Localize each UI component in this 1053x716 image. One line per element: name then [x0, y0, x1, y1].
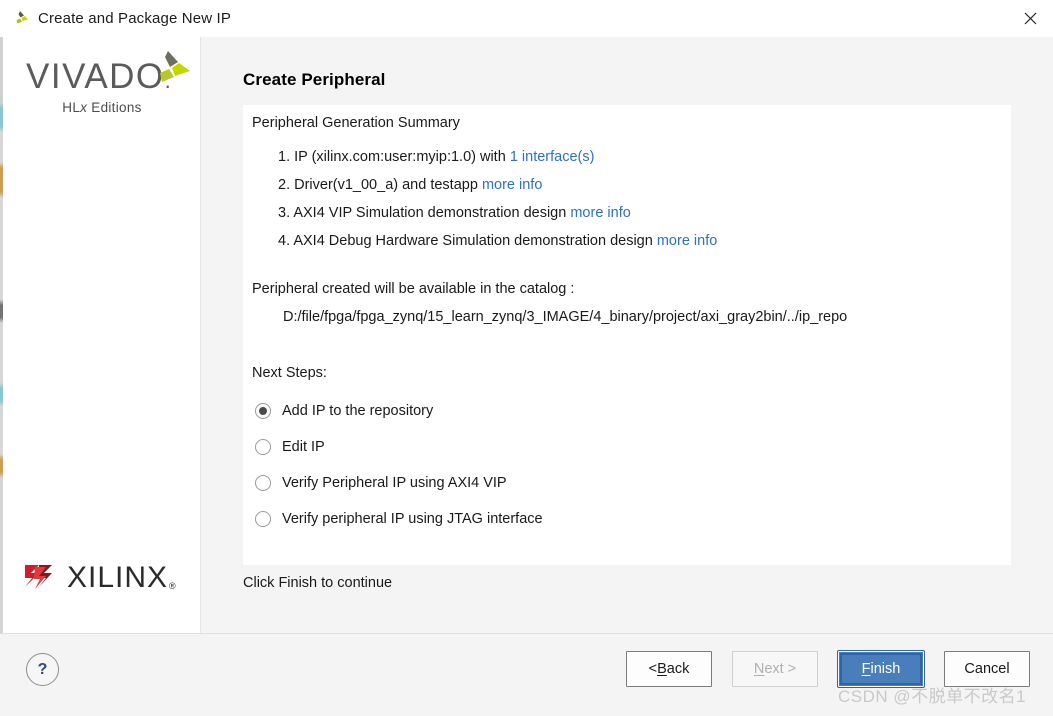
next-steps-radio-group: Add IP to the repository Edit IP Verify …	[252, 393, 543, 537]
summary-item-link[interactable]: more info	[482, 177, 542, 193]
summary-item: 4. AXI4 Debug Hardware Simulation demons…	[252, 227, 992, 255]
radio-option-verify-jtag[interactable]: Verify peripheral IP using JTAG interfac…	[252, 501, 543, 537]
finish-hint-text: Click Finish to continue	[243, 575, 393, 591]
catalog-path: D:/file/fpga/fpga_zynq/15_learn_zynq/3_I…	[283, 309, 848, 325]
xilinx-mark-icon	[22, 561, 56, 595]
summary-item: 3. AXI4 VIP Simulation demonstration des…	[252, 199, 992, 227]
radio-option-label: Add IP to the repository	[282, 403, 434, 419]
accent-strip	[0, 37, 3, 633]
summary-list: 1. IP (xilinx.com:user:myip:1.0) with 1 …	[252, 143, 992, 255]
next-steps-label: Next Steps:	[252, 365, 327, 381]
next-button[interactable]: Next >	[732, 651, 818, 687]
cancel-button[interactable]: Cancel	[944, 651, 1030, 687]
summary-item-number: 3.	[278, 205, 291, 221]
radio-icon[interactable]	[255, 511, 271, 527]
cancel-button-post: Cancel	[964, 661, 1010, 677]
radio-icon[interactable]	[255, 403, 271, 419]
main-content: Create Peripheral Peripheral Generation …	[201, 37, 1053, 633]
radio-option-verify-axi4-vip[interactable]: Verify Peripheral IP using AXI4 VIP	[252, 465, 543, 501]
vivado-subtitle-pre: HL	[62, 100, 81, 115]
radio-option-label: Edit IP	[282, 439, 325, 455]
radio-option-label: Verify peripheral IP using JTAG interfac…	[282, 511, 543, 527]
back-button-pre: <	[648, 661, 658, 677]
radio-option-edit-ip[interactable]: Edit IP	[252, 429, 543, 465]
next-button-post: ext >	[764, 661, 797, 677]
vivado-wordmark-text: VIVADO	[26, 57, 165, 96]
xilinx-wordmark-text: XILINX	[67, 561, 169, 594]
vivado-subtitle-post: Editions	[87, 100, 142, 115]
summary-heading: Peripheral Generation Summary	[252, 115, 460, 131]
vivado-pinwheel-icon	[148, 49, 192, 93]
finish-button-post: inish	[870, 661, 901, 677]
summary-item-number: 2.	[278, 177, 291, 193]
summary-item-text: AXI4 VIP Simulation demonstration design	[293, 205, 571, 221]
summary-item: 2. Driver(v1_00_a) and testapp more info	[252, 171, 992, 199]
vivado-subtitle: HLx Editions	[26, 100, 186, 115]
xilinx-wordmark: XILINX®	[67, 563, 176, 593]
radio-option-add-ip-to-repository[interactable]: Add IP to the repository	[252, 393, 543, 429]
radio-icon[interactable]	[255, 439, 271, 455]
back-button[interactable]: < Back	[626, 651, 712, 687]
finish-button[interactable]: Finish	[838, 651, 924, 687]
back-button-post: ack	[666, 661, 690, 677]
summary-item-link[interactable]: more info	[570, 205, 630, 221]
dialog-footer: ? < Back Next > Finish Cancel	[0, 633, 1053, 716]
back-button-accel: B	[657, 661, 667, 677]
page-title: Create Peripheral	[243, 70, 386, 89]
radio-option-label: Verify Peripheral IP using AXI4 VIP	[282, 475, 507, 491]
summary-panel: Peripheral Generation Summary 1. IP (xil…	[243, 105, 1011, 565]
help-button[interactable]: ?	[26, 653, 59, 686]
summary-item-number: 4.	[278, 233, 291, 249]
title-bar: Create and Package New IP	[0, 0, 1053, 38]
dialog-button-row: < Back Next > Finish Cancel	[626, 651, 1030, 687]
xilinx-registered-mark: ®	[169, 581, 177, 591]
next-button-accel: N	[753, 661, 765, 677]
branding-sidebar: VIVADO. HLx Editions XILINX®	[0, 37, 201, 633]
finish-button-accel: F	[861, 661, 871, 677]
summary-item-number: 1.	[278, 149, 291, 165]
summary-item: 1. IP (xilinx.com:user:myip:1.0) with 1 …	[252, 143, 992, 171]
vivado-app-icon	[11, 10, 29, 28]
window-title: Create and Package New IP	[38, 10, 232, 27]
summary-item-text: IP (xilinx.com:user:myip:1.0) with	[294, 149, 510, 165]
summary-item-text: Driver(v1_00_a) and testapp	[294, 177, 482, 193]
catalog-label: Peripheral created will be available in …	[252, 281, 575, 297]
vivado-logo: VIVADO. HLx Editions	[26, 51, 190, 115]
summary-item-link[interactable]: more info	[657, 233, 717, 249]
close-icon[interactable]	[1007, 0, 1053, 36]
summary-item-link[interactable]: 1 interface(s)	[510, 149, 595, 165]
radio-icon[interactable]	[255, 475, 271, 491]
xilinx-logo: XILINX®	[22, 561, 176, 595]
summary-item-text: AXI4 Debug Hardware Simulation demonstra…	[293, 233, 657, 249]
